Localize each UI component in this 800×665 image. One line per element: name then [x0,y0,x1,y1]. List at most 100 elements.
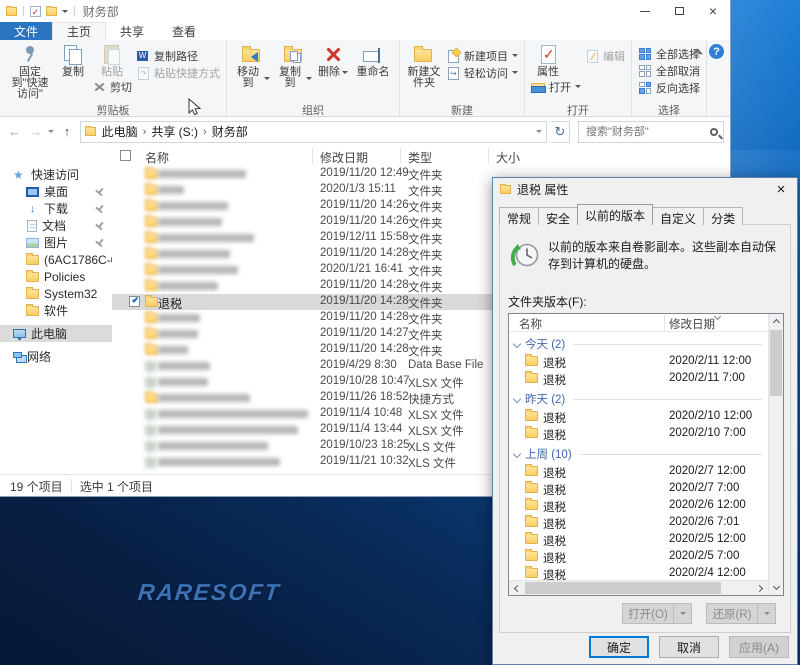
dialog-tab-3[interactable]: 自定义 [652,207,704,225]
dialog-tab-0[interactable]: 常规 [499,207,539,225]
restore-version-dropdown-icon[interactable] [758,603,776,624]
close-button[interactable]: × [696,0,730,22]
pin-to-quick-access-button[interactable]: 固定到"快速访问" [4,42,56,101]
scroll-up-icon[interactable] [769,314,784,329]
apply-button[interactable]: 应用(A) [729,636,789,658]
version-item[interactable]: 退税 2020/2/10 12:00 [509,408,768,425]
back-button[interactable]: ← [6,124,23,139]
dialog-tab-4[interactable]: 分类 [703,207,743,225]
search-input[interactable] [584,125,710,139]
dialog-close-button[interactable]: × [765,178,797,200]
copy-path-button[interactable]: 复制路径 [134,48,222,63]
search-box[interactable] [578,121,724,143]
blurred-file-name [158,266,238,274]
scroll-down-icon[interactable] [769,580,784,595]
breadcrumb-segment-1[interactable]: 共享 (S:) [149,123,200,140]
version-group-header[interactable]: 昨天 (2) [509,390,768,408]
column-size[interactable]: 大小 [496,149,520,166]
version-item[interactable]: 退税 2020/2/5 12:00 [509,531,768,548]
dialog-tab-2[interactable]: 以前的版本 [577,204,653,225]
sidebar-item-desktop[interactable]: 桌面 [0,183,112,200]
dialog-tab-1[interactable]: 安全 [538,207,578,225]
versions-column-date[interactable]: 修改日期 [669,316,715,332]
restore-version-button[interactable]: 还原(R) [706,603,758,624]
version-item[interactable]: 退税 2020/2/6 7:01 [509,514,768,531]
new-folder-button[interactable]: 新建文件夹 [404,42,444,90]
recent-locations-chevron-icon[interactable] [48,130,54,136]
maximize-button[interactable] [662,0,696,22]
new-item-button[interactable]: 新建项目 [444,48,520,63]
forward-button[interactable]: → [27,124,44,139]
version-item[interactable]: 退税 2020/2/10 7:00 [509,425,768,442]
scroll-left-icon[interactable] [509,581,524,596]
horizontal-scroll-thumb[interactable] [525,582,721,594]
version-item[interactable]: 退税 2020/2/6 12:00 [509,497,768,514]
column-name[interactable]: 名称 [145,149,169,166]
qat-customize-chevron-icon[interactable] [62,10,68,16]
ok-button[interactable]: 确定 [589,636,649,658]
sidebar-item-policies[interactable]: Policies [0,268,112,285]
menu-tab-2[interactable]: 共享 [106,22,158,40]
open-button[interactable]: 打开 [529,79,583,94]
invert-selection-button[interactable]: 反向选择 [636,80,702,95]
version-item[interactable]: 退税 2020/2/11 12:00 [509,353,768,370]
up-button[interactable]: ↑ [58,124,75,139]
sidebar-item-downloads[interactable]: 下载 [0,200,112,217]
menu-tab-1[interactable]: 主页 [52,22,106,40]
address-dropdown-icon[interactable] [536,130,542,136]
delete-button[interactable]: 删除 [315,42,351,79]
blurred-file-name [158,170,246,178]
vertical-scroll-thumb[interactable] [770,330,782,396]
version-item[interactable]: 退税 2020/2/5 7:00 [509,548,768,565]
organize-group-label: 组织 [231,102,395,116]
version-item[interactable]: 退税 2020/2/11 7:00 [509,370,768,387]
sidebar-item-guid-folder[interactable]: (6AC1786C-016F-1 [0,251,112,268]
address-box[interactable]: 此电脑›共享 (S:)›财务部 [80,121,547,143]
version-item[interactable]: 退税 2020/2/7 7:00 [509,480,768,497]
sidebar-item-documents[interactable]: 文档 [0,217,112,234]
column-type[interactable]: 类型 [408,149,432,166]
vertical-scrollbar[interactable] [768,314,783,595]
version-item[interactable]: 退税 2020/2/4 12:00 [509,565,768,580]
paste-shortcut-button[interactable]: 粘贴快捷方式 [134,65,222,80]
easy-access-button[interactable]: 轻松访问 [444,65,520,80]
sidebar-item-software[interactable]: 软件 [0,302,112,319]
sidebar-item-system32[interactable]: System32 [0,285,112,302]
horizontal-scrollbar[interactable] [509,580,768,595]
row-checkbox[interactable] [129,296,140,307]
paste-button[interactable]: 粘贴 [95,42,129,79]
help-icon[interactable]: ? [709,44,724,59]
move-to-button[interactable]: 移动到 [231,42,273,90]
copy-to-button[interactable]: 复制到 [273,42,315,90]
qat-new-folder-icon[interactable] [46,7,57,16]
sidebar-item-pictures[interactable]: 图片 [0,234,112,251]
select-none-button[interactable]: 全部取消 [636,63,702,78]
rename-button[interactable]: 重命名 [351,42,395,79]
cut-button[interactable]: 剪切 [90,79,134,94]
cancel-button[interactable]: 取消 [659,636,719,658]
breadcrumb-segment-0[interactable]: 此电脑 [100,123,140,140]
menu-tab-0[interactable]: 文件 [0,22,52,40]
scroll-right-icon[interactable] [753,581,768,596]
copy-button[interactable]: 复制 [56,42,90,79]
sidebar-item-this-pc[interactable]: 此电脑 [0,325,112,342]
qat-properties-icon[interactable]: ✓ [30,6,41,17]
version-group-header[interactable]: 今天 (2) [509,335,768,353]
edit-button[interactable]: 编辑 [583,48,627,63]
version-item[interactable]: 退税 2020/2/7 12:00 [509,463,768,480]
header-checkbox[interactable] [120,150,131,161]
properties-button[interactable]: 属性 [529,42,567,79]
refresh-button[interactable]: ↻ [551,121,570,143]
column-date[interactable]: 修改日期 [320,149,368,166]
menu-tab-3[interactable]: 查看 [158,22,210,40]
sidebar-item-quick-access[interactable]: 快速访问 [0,166,112,183]
file-date: 2019/11/20 14:26 [320,199,409,211]
open-version-dropdown-icon[interactable] [674,603,692,624]
versions-column-name[interactable]: 名称 [519,316,542,332]
collapse-ribbon-icon[interactable] [693,48,703,58]
open-version-button[interactable]: 打开(O) [622,603,674,624]
sidebar-item-network[interactable]: 网络 [0,348,112,365]
version-group-header[interactable]: 上周 (10) [509,445,768,463]
breadcrumb-segment-2[interactable]: 财务部 [210,123,250,140]
minimize-button[interactable] [628,0,662,22]
